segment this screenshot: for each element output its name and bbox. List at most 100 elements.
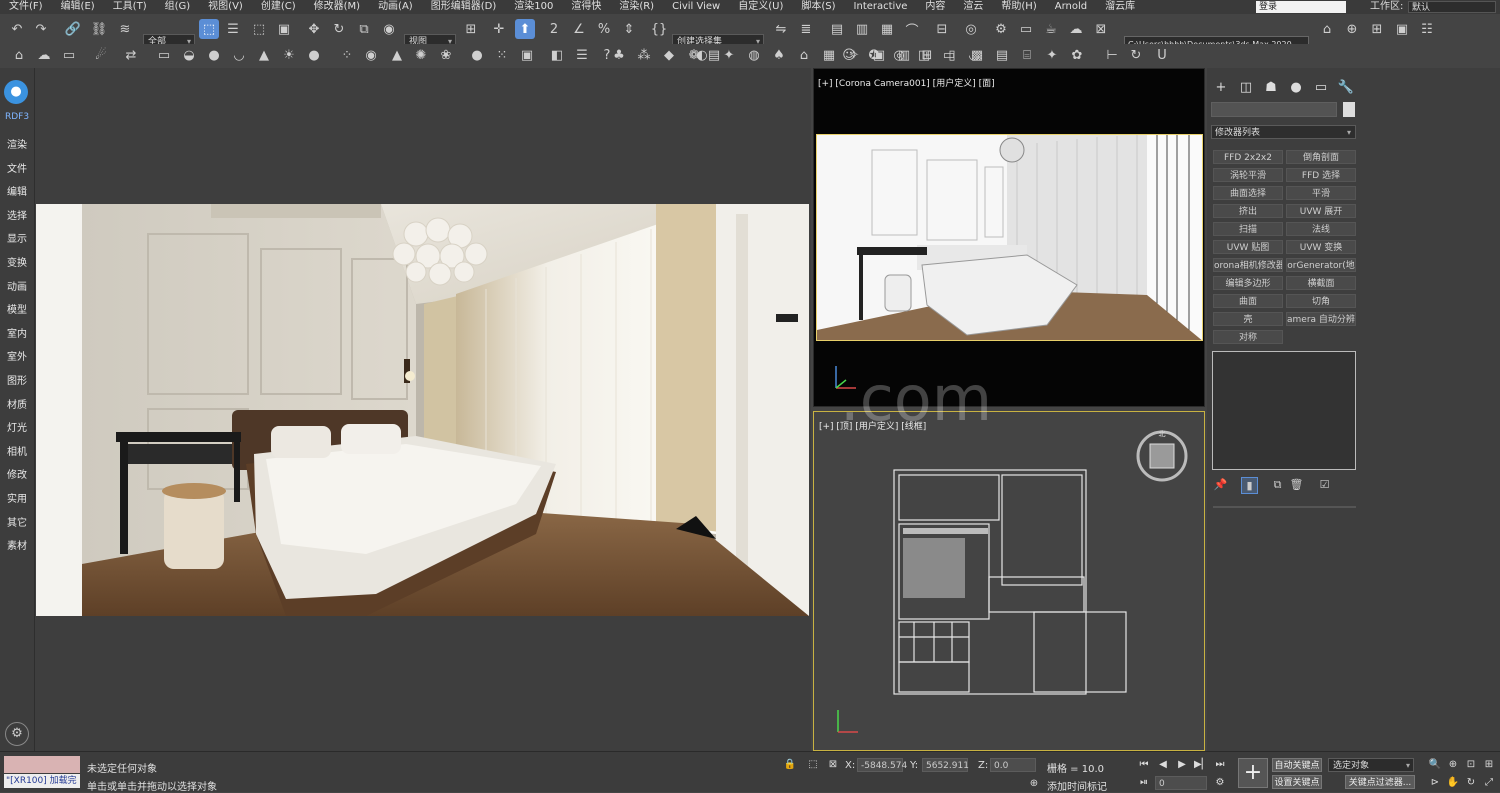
login-field[interactable]: 登录 [1256,1,1346,13]
menu-item[interactable]: Arnold [1046,0,1096,14]
zoom-extents-all-icon[interactable]: ⊞ [1482,758,1496,772]
select-object-icon[interactable]: ⬚ [199,19,219,39]
hair-icon[interactable]: ❀ [437,46,455,64]
edit-named-selection-icon[interactable]: {} [650,20,668,38]
material-editor-icon[interactable]: ◎ [962,20,980,38]
sun-icon[interactable]: ☀ [280,46,298,64]
menu-item[interactable]: 视图(V) [199,0,252,14]
set-key-button[interactable]: 设置关键点 [1272,775,1322,789]
xr-load-button[interactable]: "[XR100] 加载完 [4,774,80,788]
bulb-icon[interactable]: ◍ [745,46,763,64]
dome-light-icon[interactable]: ◒ [180,46,198,64]
ribbon-toggle-icon[interactable]: ▦ [878,20,896,38]
tree-icon[interactable]: ♣ [610,46,628,64]
sky-icon[interactable]: ● [305,46,323,64]
modifier-button[interactable]: 壳 [1213,312,1283,326]
time-config-icon[interactable]: ⚙ [1213,776,1227,790]
selection-lock-icon[interactable]: ⬚ [806,758,820,772]
toolbar-options-icon[interactable]: ☷ [1418,20,1436,38]
create-tab-icon[interactable]: + [1211,78,1231,96]
bulb2-icon[interactable]: ◎ [890,46,908,64]
zoom-all-icon[interactable]: ⊕ [1446,758,1460,772]
u-icon[interactable]: U [1153,46,1171,64]
settings-gear-icon[interactable]: ⚙ [5,722,29,746]
object-properties-icon[interactable]: ◧ [548,46,566,64]
menu-item[interactable]: 渲云 [954,0,992,14]
stairs-icon[interactable]: ⌸ [1018,46,1036,64]
sidebar-item[interactable]: 室内 [0,325,34,340]
selection-region-icon[interactable]: ⬚ [250,20,268,38]
zoom-extents-icon[interactable]: ⊡ [1464,758,1478,772]
menu-item[interactable]: Interactive [845,0,917,14]
top-viewport[interactable]: [+] [顶] [用户定义] [线框] 北 [813,411,1205,751]
proxy-icon[interactable]: ◉ [362,46,380,64]
sidebar-item[interactable]: 图形 [0,372,34,387]
save-layout-icon[interactable]: ▣ [1393,20,1411,38]
select-manipulate-icon[interactable]: ✛ [490,20,508,38]
chair-icon[interactable]: ⌂ [795,46,813,64]
sidebar-item[interactable]: 素材 [0,537,34,552]
modifier-button[interactable]: orGenerator(地 [1286,258,1356,272]
scale-icon[interactable]: ⧉ [355,20,373,38]
configure-modifier-sets-icon[interactable]: ☑ [1317,477,1332,492]
tree2-icon[interactable]: ♠ [770,46,788,64]
scatter-icon[interactable]: ⁘ [338,46,356,64]
sidebar-item[interactable]: 材质 [0,396,34,411]
person-icon[interactable]: ☺ [840,46,858,64]
plugin-logo-icon[interactable]: ● [4,80,28,104]
sidebar-item[interactable]: 渲染 [0,136,34,151]
menu-item[interactable]: 渲得快 [562,0,610,14]
key-mode-dropdown[interactable]: 选定对象 [1328,758,1414,773]
make-unique-icon[interactable]: ⧉ [1270,477,1285,492]
sidebar-item[interactable]: 变换 [0,254,34,269]
cat-icon[interactable]: ✪ [865,46,883,64]
new-project-icon[interactable]: ⊕ [1343,20,1361,38]
material-sphere-icon[interactable]: ● [468,46,486,64]
material-library-icon[interactable]: ▣ [518,46,536,64]
percent-snap-icon[interactable]: % [595,20,613,38]
modifier-button[interactable]: 平滑 [1286,186,1356,200]
bind-space-warp-icon[interactable]: ≋ [116,20,134,38]
modifier-button[interactable]: 挤出 [1213,204,1283,218]
menu-item[interactable]: 渲染100 [505,0,562,14]
previous-frame-icon[interactable]: ◀ [1156,758,1170,772]
time-tag-icon[interactable]: ⊕ [1027,777,1041,791]
menu-item[interactable]: 动画(A) [369,0,422,14]
mirror-icon[interactable]: ⇋ [772,20,790,38]
maxscript-listener[interactable] [4,756,80,773]
sidebar-item[interactable]: 选择 [0,207,34,222]
rock-icon[interactable]: ◆ [660,46,678,64]
snaps-toggle-icon[interactable]: 2 [545,20,563,38]
modifier-button[interactable]: 曲面选择 [1213,186,1283,200]
modifier-button[interactable]: amera 自动分辨率 [1286,312,1356,326]
modifier-button[interactable]: 横截面 [1286,276,1356,290]
screen-icon[interactable]: ▭ [940,46,958,64]
layer-explorer-icon[interactable]: ▥ [853,20,871,38]
dog-icon[interactable]: ✦ [1043,46,1061,64]
modify-tab-icon[interactable]: ◫ [1236,78,1256,96]
keyboard-shortcut-override-icon[interactable]: ⬆ [515,19,535,39]
menu-item[interactable]: 渲染(R) [610,0,663,14]
modifier-button[interactable]: 法线 [1286,222,1356,236]
modifier-button[interactable]: orona相机修改器 [1213,258,1283,272]
sidebar-item[interactable]: 模型 [0,301,34,316]
display-tab-icon[interactable]: ▭ [1311,78,1331,96]
move-icon[interactable]: ✥ [305,20,323,38]
plant-icon[interactable]: ✿ [1068,46,1086,64]
modifier-button[interactable]: 涡轮平滑 [1213,168,1283,182]
viewcube-compass-icon[interactable]: 北 [1134,428,1190,484]
scene-explorer-icon[interactable]: ▤ [828,20,846,38]
render-in-cloud-icon[interactable]: ☁ [1067,20,1085,38]
object-name-field[interactable] [1211,102,1337,117]
current-frame-field[interactable]: 0 [1155,776,1207,790]
pivot-center-icon[interactable]: ⊞ [462,20,480,38]
modifier-button[interactable]: 曲面 [1213,294,1283,308]
auto-key-button[interactable]: 自动关键点 [1272,758,1322,772]
camera-icon[interactable]: ◫ [915,46,933,64]
sidebar-item[interactable]: 显示 [0,230,34,245]
angle-snap-icon[interactable]: ∠ [570,20,588,38]
menu-item[interactable]: Civil View [663,0,729,14]
sidebar-item[interactable]: 相机 [0,443,34,458]
multimap-icon[interactable]: ⁙ [493,46,511,64]
light-lister-icon[interactable]: ☰ [573,46,591,64]
